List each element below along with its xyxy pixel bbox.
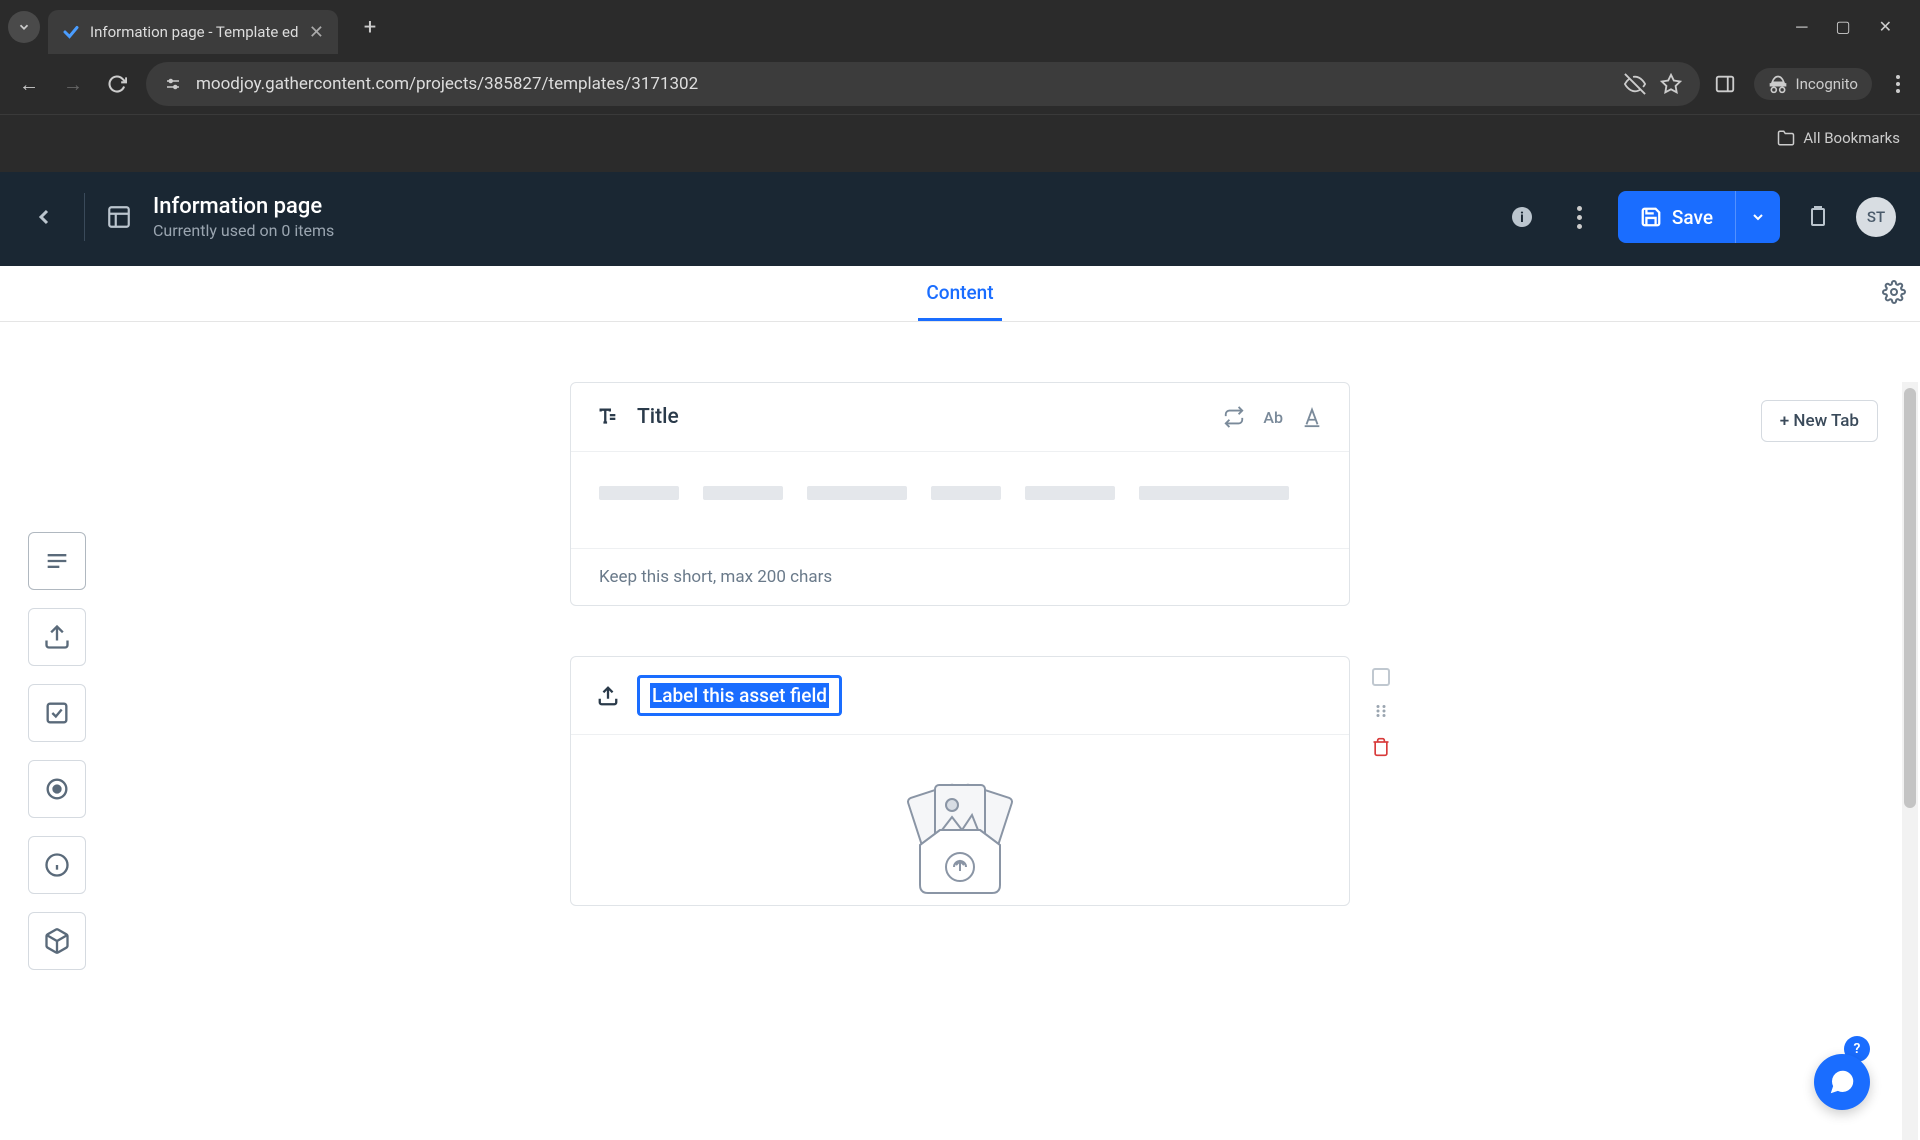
incognito-icon	[1768, 74, 1788, 94]
folder-icon	[1777, 129, 1795, 147]
rail-asset-field[interactable]	[28, 608, 86, 666]
bookmark-star-icon[interactable]	[1660, 73, 1682, 95]
chat-icon	[1827, 1067, 1857, 1097]
field-type-rail	[28, 532, 86, 970]
new-tab-button[interactable]: + New Tab	[1761, 400, 1878, 442]
tab-content[interactable]: Content	[918, 266, 1001, 321]
asset-field-header: Label this asset field	[571, 657, 1349, 734]
help-fab-button[interactable]	[1814, 1054, 1870, 1110]
save-dropdown-button[interactable]	[1735, 191, 1780, 243]
save-button-group: Save	[1618, 191, 1780, 243]
all-bookmarks-label: All Bookmarks	[1803, 129, 1900, 147]
tab-search-button[interactable]	[8, 11, 40, 43]
minimize-button[interactable]: ─	[1796, 17, 1807, 37]
title-field-body[interactable]	[571, 451, 1349, 548]
url-text: moodjoy.gathercontent.com/projects/38582…	[196, 74, 1610, 94]
browser-menu-button[interactable]	[1890, 75, 1906, 93]
asset-label-placeholder: Label this asset field	[650, 683, 829, 708]
app-header: Information page Currently used on 0 ite…	[0, 172, 1920, 266]
reload-button[interactable]	[102, 69, 132, 99]
rail-checkbox-field[interactable]	[28, 684, 86, 742]
maximize-button[interactable]: ▢	[1835, 17, 1850, 37]
save-label: Save	[1672, 206, 1713, 229]
url-field[interactable]: moodjoy.gathercontent.com/projects/38582…	[146, 62, 1700, 106]
address-bar-right: Incognito	[1714, 68, 1906, 100]
all-bookmarks-button[interactable]: All Bookmarks	[1777, 129, 1900, 147]
asset-field-body[interactable]	[571, 734, 1349, 905]
chevron-down-icon	[17, 20, 31, 34]
tab-title: Information page - Template ed	[90, 23, 299, 41]
asset-field-controls	[1370, 668, 1392, 758]
text-field-icon	[597, 406, 619, 428]
page-subtitle: Currently used on 0 items	[153, 221, 334, 240]
chevron-down-icon	[1750, 209, 1766, 225]
upload-icon	[597, 685, 619, 707]
title-field-card[interactable]: Title Ab Keep this short, max 200 chars	[570, 382, 1350, 606]
back-button[interactable]: ←	[14, 69, 44, 99]
browser-tab[interactable]: Information page - Template ed ✕	[48, 10, 338, 54]
title-field-hint: Keep this short, max 200 chars	[571, 548, 1349, 605]
rail-component-field[interactable]	[28, 912, 86, 970]
asset-illustration-icon	[870, 775, 1050, 905]
tab-bar: Information page - Template ed ✕ + ─ ▢ ✕	[0, 0, 1920, 54]
incognito-label: Incognito	[1796, 75, 1858, 93]
header-right: i Save ST	[1502, 191, 1896, 243]
title-block: Information page Currently used on 0 ite…	[153, 194, 334, 240]
save-icon	[1640, 206, 1662, 228]
template-icon	[105, 203, 133, 231]
title-field-toolbar: Ab	[1223, 406, 1323, 428]
close-window-button[interactable]: ✕	[1879, 17, 1892, 37]
divider	[84, 193, 85, 241]
rail-radio-field[interactable]	[28, 760, 86, 818]
forward-button[interactable]: →	[58, 69, 88, 99]
site-settings-icon[interactable]	[164, 75, 182, 93]
favicon-icon	[62, 23, 80, 41]
avatar-initials: ST	[1867, 208, 1885, 226]
more-menu-button[interactable]	[1560, 197, 1600, 237]
format-a-icon[interactable]	[1301, 406, 1323, 428]
page-title: Information page	[153, 194, 334, 219]
scrollbar-thumb[interactable]	[1904, 388, 1916, 808]
drag-handle[interactable]	[1370, 700, 1392, 722]
new-tab-button[interactable]: +	[354, 11, 386, 43]
canvas: + New Tab Title Ab	[0, 382, 1920, 1140]
close-tab-button[interactable]: ✕	[309, 22, 324, 43]
rail-guideline-field[interactable]	[28, 836, 86, 894]
title-field-header: Title Ab	[571, 383, 1349, 451]
rail-text-field[interactable]	[28, 532, 86, 590]
skeleton-placeholder	[599, 486, 1321, 500]
browser-chrome: Information page - Template ed ✕ + ─ ▢ ✕…	[0, 0, 1920, 172]
tab-settings-button[interactable]	[1882, 280, 1906, 308]
tab-nav: Content	[0, 266, 1920, 322]
select-field-checkbox[interactable]	[1372, 668, 1390, 686]
avatar[interactable]: ST	[1856, 197, 1896, 237]
save-button[interactable]: Save	[1618, 191, 1735, 243]
format-ab-button[interactable]: Ab	[1263, 408, 1283, 427]
title-field-label: Title	[637, 405, 679, 429]
repeat-icon[interactable]	[1223, 406, 1245, 428]
info-button[interactable]: i	[1502, 197, 1542, 237]
address-bar: ← → moodjoy.gathercontent.com/projects/3…	[0, 54, 1920, 114]
svg-text:i: i	[1520, 210, 1524, 226]
scrollbar[interactable]	[1902, 382, 1918, 1140]
window-controls: ─ ▢ ✕	[1796, 17, 1912, 37]
asset-field-card[interactable]: Label this asset field	[570, 656, 1350, 906]
incognito-badge[interactable]: Incognito	[1754, 68, 1872, 100]
eye-off-icon[interactable]	[1624, 73, 1646, 95]
delete-field-button[interactable]	[1370, 736, 1392, 758]
bookmarks-bar: All Bookmarks	[0, 114, 1920, 160]
app-back-button[interactable]	[24, 197, 64, 237]
clipboard-button[interactable]	[1798, 197, 1838, 237]
asset-label-input[interactable]: Label this asset field	[637, 675, 842, 716]
panel-icon[interactable]	[1714, 73, 1736, 95]
content-column: Title Ab Keep this short, max 200 chars	[570, 382, 1350, 906]
